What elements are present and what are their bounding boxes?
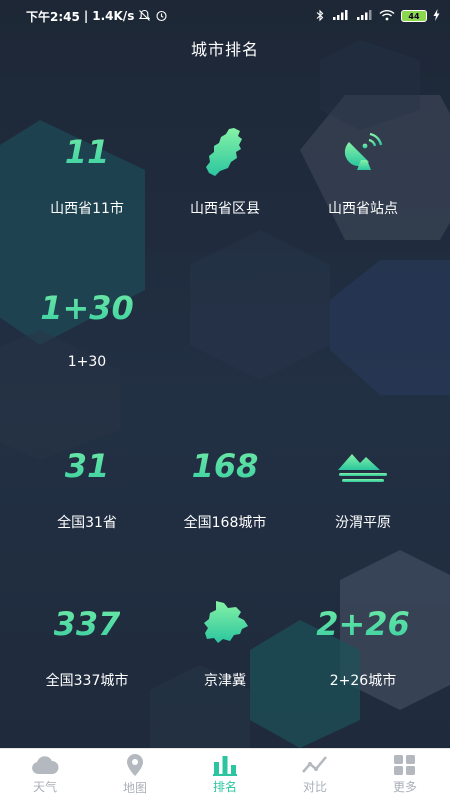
tab-label: 对比 [302, 780, 327, 794]
bar-chart-icon [213, 756, 237, 776]
alarm-icon [155, 9, 168, 24]
bottom-tab-bar: 天气 地图 排名 对比 更多 [0, 748, 450, 800]
tab-compare[interactable]: 对比 [270, 749, 360, 800]
satellite-dish-icon [341, 120, 385, 184]
ranking-number: 11 [65, 120, 110, 184]
tab-label: 天气 [32, 780, 57, 794]
ranking-label: 1+30 [67, 354, 107, 370]
trend-line-icon [302, 756, 327, 773]
bluetooth-icon [315, 9, 325, 24]
page-title: 城市排名 [190, 40, 259, 59]
ranking-label: 山西省11市 [50, 201, 124, 217]
ranking-number: 31 [65, 434, 110, 498]
signal-hd-icon [331, 9, 349, 23]
status-right: 44 [315, 9, 440, 24]
tab-label: 地图 [122, 781, 147, 795]
ranking-label: 山西省区县 [190, 201, 260, 217]
shanxi-map-icon [200, 120, 250, 184]
ranking-label: 全国31省 [57, 515, 117, 531]
status-net-speed: 1.4K/s [92, 9, 135, 23]
ranking-label: 全国337城市 [45, 673, 129, 689]
ranking-label: 京津冀 [204, 673, 246, 689]
battery-indicator: 44 [401, 10, 427, 22]
ranking-item-plus-30[interactable]: 1+30 1+30 [12, 276, 162, 416]
tab-more[interactable]: 更多 [360, 749, 450, 800]
ranking-label: 2+26城市 [329, 673, 397, 689]
ranking-number: 1+30 [40, 276, 134, 340]
ranking-number: 2+26 [316, 592, 410, 656]
ranking-item-two-plus-26[interactable]: 2+26 2+26城市 [288, 592, 438, 732]
jingjinji-map-icon [198, 592, 252, 656]
status-bar: 下午2:45 | 1.4K/s 44 [0, 0, 450, 32]
ranking-item-shanxi-11[interactable]: 11 山西省11市 [12, 120, 162, 260]
ranking-item-national-337[interactable]: 337 全国337城市 [12, 592, 162, 732]
map-pin-icon [127, 754, 143, 776]
mute-bell-icon [138, 9, 151, 24]
status-divider: | [83, 9, 89, 23]
cloud-icon [32, 756, 59, 774]
status-left: 下午2:45 | 1.4K/s [26, 8, 168, 25]
tab-label: 排名 [212, 780, 237, 794]
ranking-label: 山西省站点 [328, 201, 398, 217]
charging-icon [433, 9, 440, 23]
ranking-number: 168 [192, 434, 259, 498]
tab-label: 更多 [392, 780, 417, 794]
grid-icon [394, 755, 415, 775]
tab-map[interactable]: 地图 [90, 749, 180, 800]
ranking-item-fenwei[interactable]: 汾渭平原 [288, 434, 438, 574]
ranking-item-national-31[interactable]: 31 全国31省 [12, 434, 162, 574]
signal-hd-icon-2 [355, 9, 373, 23]
ranking-item-shanxi-station[interactable]: 山西省站点 [288, 120, 438, 260]
tab-weather[interactable]: 天气 [0, 749, 90, 800]
ranking-item-shanxi-county[interactable]: 山西省区县 [150, 120, 300, 260]
ranking-item-national-168[interactable]: 168 全国168城市 [150, 434, 300, 574]
ranking-label: 汾渭平原 [335, 515, 391, 531]
status-time: 下午2:45 [26, 9, 80, 24]
mountain-plain-icon [336, 434, 390, 498]
tab-ranking[interactable]: 排名 [180, 749, 270, 800]
ranking-label: 全国168城市 [183, 515, 267, 531]
ranking-number: 337 [54, 592, 121, 656]
ranking-item-jingjinji[interactable]: 京津冀 [150, 592, 300, 732]
wifi-icon [379, 9, 395, 23]
